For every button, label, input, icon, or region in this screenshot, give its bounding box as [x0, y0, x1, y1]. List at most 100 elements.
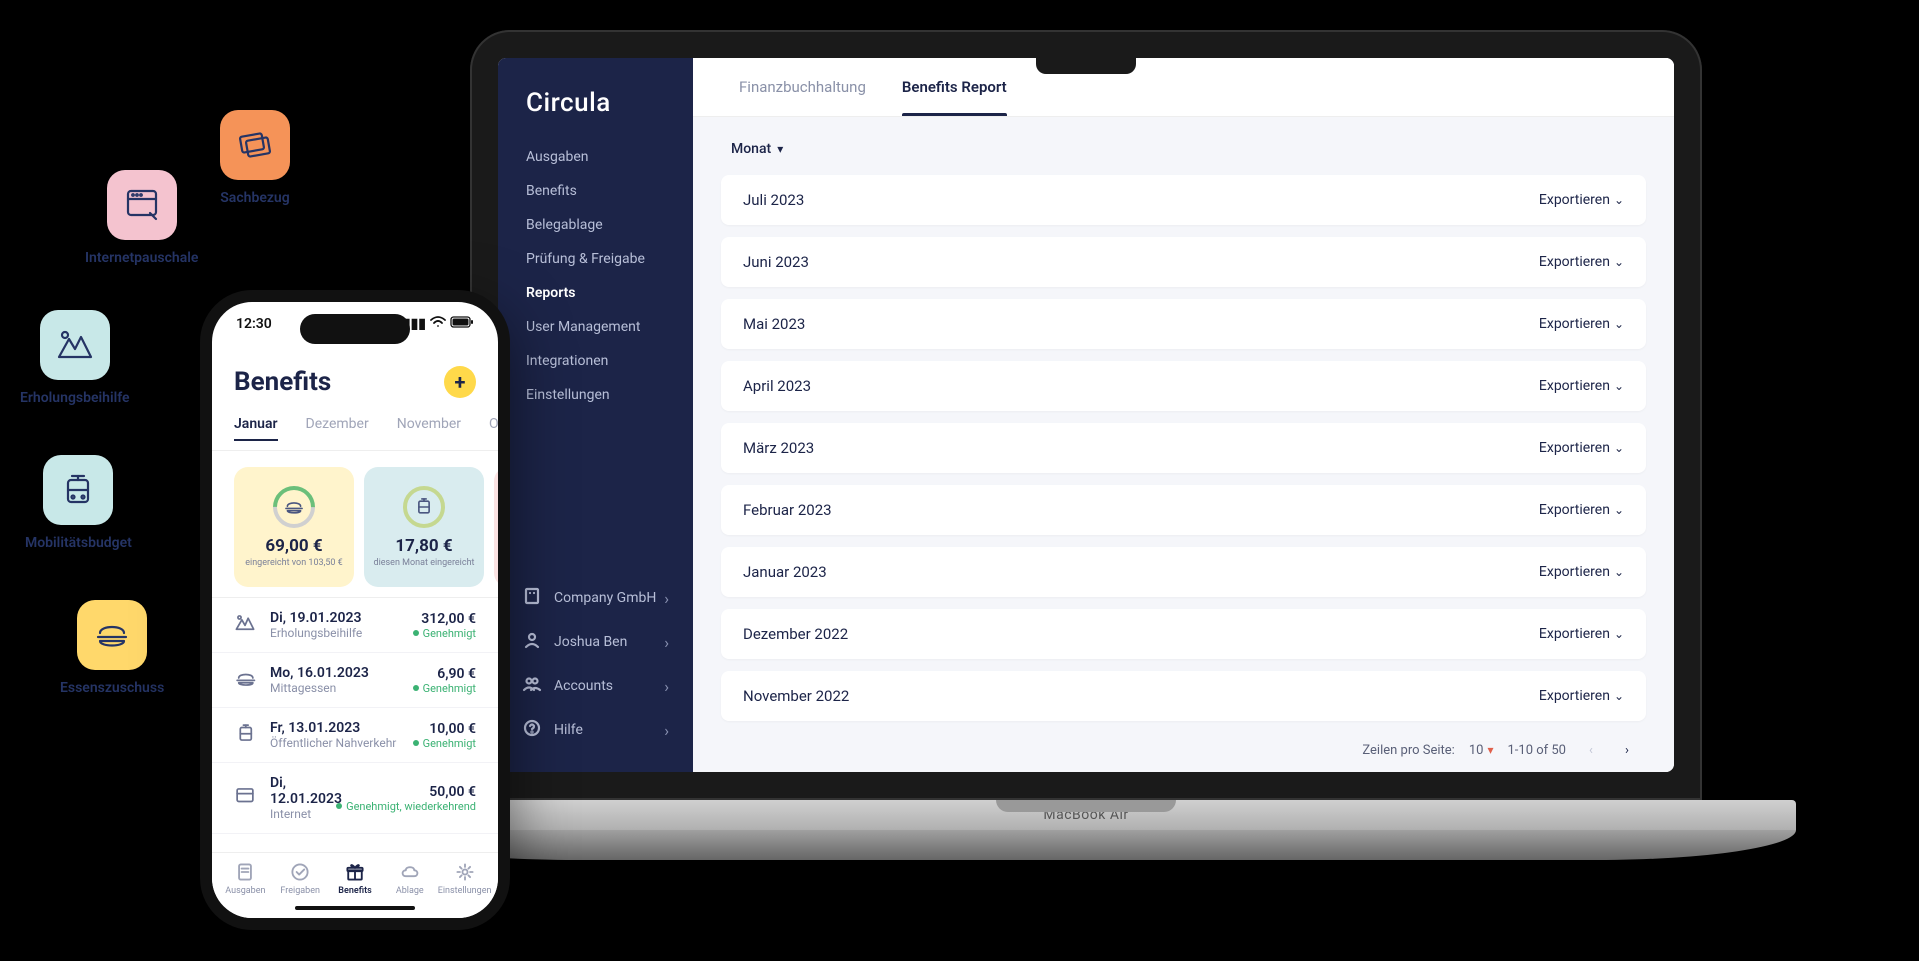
- gift-icon: [344, 861, 366, 883]
- status-icons: ▮▮▮: [403, 316, 474, 332]
- report-row[interactable]: Mai 2023Exportieren ⌄: [721, 299, 1646, 349]
- card-amount: 17,80 €: [395, 536, 452, 556]
- chevron-down-icon: ▾: [777, 142, 783, 156]
- chevron-down-icon: ⌄: [1614, 441, 1624, 455]
- sidebar-item-benefits[interactable]: Benefits: [498, 174, 693, 208]
- expense-item[interactable]: Di, 12.01.2023Internet50,00 €Genehmigt, …: [212, 763, 498, 834]
- tile-label: Internetpauschale: [85, 250, 198, 266]
- export-button[interactable]: Exportieren ⌄: [1539, 316, 1624, 332]
- expense-item[interactable]: Mo, 16.01.2023Mittagessen6,90 €Genehmigt: [212, 653, 498, 708]
- chevron-down-icon: ⌄: [1614, 379, 1624, 393]
- chevron-down-icon: ⌄: [1614, 503, 1624, 517]
- page-range: 1-10 of 50: [1507, 743, 1566, 758]
- item-amount: 10,00 €: [413, 721, 476, 737]
- sidebar-item-pr-fung-freigabe[interactable]: Prüfung & Freigabe: [498, 242, 693, 276]
- chevron-right-icon: ›: [664, 633, 669, 652]
- tabbar-label: Ausgaben: [225, 886, 265, 896]
- pagination: Zeilen pro Seite: 10 ▾ 1-10 of 50 ‹ ›: [721, 721, 1646, 761]
- month-tab-januar[interactable]: Januar: [234, 412, 278, 440]
- report-row[interactable]: Februar 2023Exportieren ⌄: [721, 485, 1646, 535]
- chevron-right-icon: ›: [664, 677, 669, 696]
- add-button[interactable]: +: [444, 366, 476, 398]
- benefit-card[interactable]: 3diese: [494, 467, 498, 587]
- chevron-down-icon: ⌄: [1614, 317, 1624, 331]
- month-tab-dezember[interactable]: Dezember: [306, 412, 369, 440]
- benefit-card[interactable]: 69,00 €eingereicht von 103,50 €: [234, 467, 354, 587]
- sidebar-nav: AusgabenBenefitsBelegablagePrüfung & Fre…: [498, 140, 693, 576]
- sidebar-item-user-management[interactable]: User Management: [498, 310, 693, 344]
- export-button[interactable]: Exportieren ⌄: [1539, 626, 1624, 642]
- item-status: Genehmigt, wiederkehrend: [336, 800, 476, 813]
- expense-item[interactable]: Di, 19.01.2023Erholungsbeihilfe312,00 €G…: [212, 598, 498, 653]
- sidebar-item-belegablage[interactable]: Belegablage: [498, 208, 693, 242]
- prev-page-button[interactable]: ‹: [1580, 739, 1602, 761]
- export-button[interactable]: Exportieren ⌄: [1539, 502, 1624, 518]
- expense-item[interactable]: Fr, 13.01.2023Öffentlicher Nahverkehr10,…: [212, 708, 498, 763]
- tram-icon: [413, 496, 435, 518]
- sidebar-item-ausgaben[interactable]: Ausgaben: [498, 140, 693, 174]
- home-indicator: [295, 906, 415, 910]
- export-button[interactable]: Exportieren ⌄: [1539, 440, 1624, 456]
- rows-per-page-select[interactable]: 10 ▾: [1469, 743, 1494, 758]
- chevron-down-icon: ⌄: [1614, 565, 1624, 579]
- sidebar-item-einstellungen[interactable]: Einstellungen: [498, 378, 693, 412]
- item-amount: 50,00 €: [336, 784, 476, 800]
- chevron-right-icon: ›: [664, 589, 669, 608]
- export-button[interactable]: Exportieren ⌄: [1539, 688, 1624, 704]
- status-time: 12:30: [236, 316, 272, 332]
- report-row[interactable]: November 2022Exportieren ⌄: [721, 671, 1646, 721]
- tabbar-einstellungen[interactable]: Einstellungen: [437, 861, 492, 896]
- report-row[interactable]: Juli 2023Exportieren ⌄: [721, 175, 1646, 225]
- month-filter[interactable]: Monat ▾: [721, 137, 1646, 175]
- macbook-brand: MacBook Air: [1043, 807, 1128, 823]
- tile-erholung: [40, 310, 110, 380]
- tile-label: Erholungsbeihilfe: [20, 390, 130, 406]
- item-date: Di, 19.01.2023: [270, 610, 399, 626]
- export-button[interactable]: Exportieren ⌄: [1539, 254, 1624, 270]
- month-label: April 2023: [743, 377, 811, 395]
- report-row[interactable]: Dezember 2022Exportieren ⌄: [721, 609, 1646, 659]
- next-page-button[interactable]: ›: [1616, 739, 1638, 761]
- report-row[interactable]: April 2023 Exportieren ⌄: [721, 361, 1646, 411]
- card-subtitle: eingereicht von 103,50 €: [245, 558, 343, 568]
- export-button[interactable]: Exportieren ⌄: [1539, 564, 1624, 580]
- main-panel: FinanzbuchhaltungBenefits Report Monat ▾…: [693, 58, 1674, 772]
- chevron-right-icon: ›: [664, 721, 669, 740]
- item-amount: 312,00 €: [413, 611, 476, 627]
- help-icon: [522, 718, 542, 742]
- item-category: Öffentlicher Nahverkehr: [270, 736, 399, 750]
- sidebar-footer-company-gmbh[interactable]: Company GmbH›: [516, 576, 675, 620]
- report-row[interactable]: März 2023Exportieren ⌄: [721, 423, 1646, 473]
- tab-finanzbuchhaltung[interactable]: Finanzbuchhaltung: [721, 58, 884, 116]
- tabbar-label: Freigaben: [280, 886, 320, 896]
- chevron-down-icon: ⌄: [1614, 193, 1624, 207]
- item-status: Genehmigt: [413, 737, 476, 750]
- report-row[interactable]: Januar 2023Exportieren ⌄: [721, 547, 1646, 597]
- tab-benefits-report[interactable]: Benefits Report: [884, 58, 1025, 116]
- item-amount: 6,90 €: [413, 666, 476, 682]
- tabbar-ablage[interactable]: Ablage: [382, 861, 437, 896]
- benefit-card[interactable]: 17,80 €diesen Monat eingereicht: [364, 467, 484, 587]
- item-category: Mittagessen: [270, 681, 399, 695]
- tabbar-benefits[interactable]: Benefits: [328, 861, 383, 896]
- burger-icon: [92, 615, 132, 655]
- tile-internet: [107, 170, 177, 240]
- export-button[interactable]: Exportieren ⌄: [1539, 192, 1624, 208]
- sidebar-footer-hilfe[interactable]: Hilfe›: [516, 708, 675, 752]
- report-row[interactable]: Juni 2023 Exportieren ⌄: [721, 237, 1646, 287]
- export-button[interactable]: Exportieren ⌄: [1539, 378, 1624, 394]
- burger-icon: [283, 496, 305, 518]
- mountain-icon: [55, 325, 95, 365]
- tile-label: Mobilitätsbudget: [25, 535, 132, 551]
- sidebar-item-integrationen[interactable]: Integrationen: [498, 344, 693, 378]
- sidebar-footer-joshua-ben[interactable]: Joshua Ben›: [516, 620, 675, 664]
- month-tab-november[interactable]: November: [397, 412, 461, 440]
- tabbar-ausgaben[interactable]: Ausgaben: [218, 861, 273, 896]
- tabbar-freigaben[interactable]: Freigaben: [273, 861, 328, 896]
- app-logo: Circula: [498, 88, 693, 140]
- sidebar-footer-accounts[interactable]: Accounts›: [516, 664, 675, 708]
- month-label: Juni 2023: [743, 253, 809, 271]
- top-tabs: FinanzbuchhaltungBenefits Report: [693, 58, 1674, 117]
- month-tab-ok[interactable]: Ok: [489, 412, 498, 440]
- sidebar-item-reports[interactable]: Reports: [498, 276, 693, 310]
